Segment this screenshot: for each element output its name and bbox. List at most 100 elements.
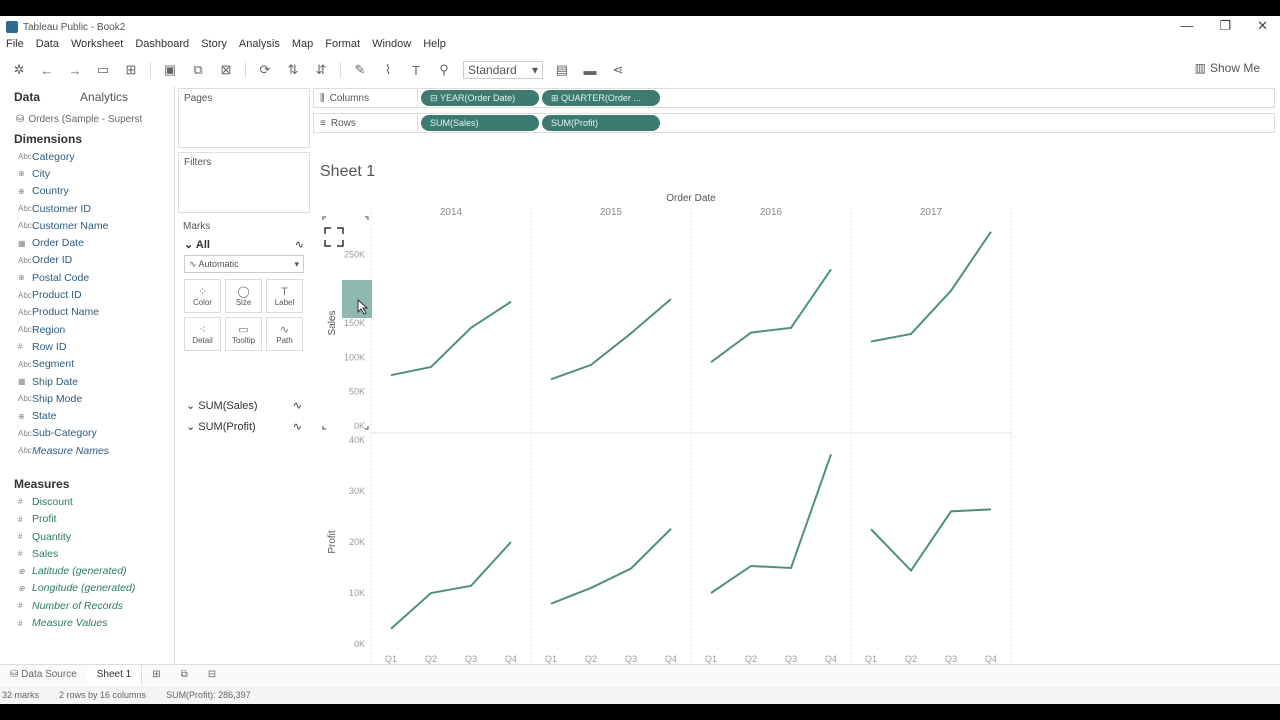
path-button[interactable]: ∿ Path (266, 317, 303, 351)
field-customer-name[interactable]: Abc Customer Name (0, 217, 174, 234)
pill-sum-profit[interactable]: SUM(Profit) (542, 115, 660, 131)
field-state[interactable]: ⊕ State (0, 407, 174, 424)
menu-story[interactable]: Story (201, 38, 227, 54)
menu-worksheet[interactable]: Worksheet (71, 38, 123, 54)
year-header-2016: 2016 (760, 207, 783, 218)
field-segment[interactable]: Abc Segment (0, 356, 174, 373)
line-mark-icon: ∿ (292, 421, 302, 433)
field-type-icon: Abc (18, 325, 32, 335)
field-label: Longitude (generated) (32, 582, 136, 595)
axis-drag-highlight (342, 280, 372, 318)
field-longitude-generated-[interactable]: ⊕ Longitude (generated) (0, 580, 174, 597)
color-button[interactable]: ⁘ Color (184, 279, 221, 313)
minimize-button[interactable]: — (1180, 18, 1193, 34)
field-product-name[interactable]: Abc Product Name (0, 304, 174, 321)
field-customer-id[interactable]: Abc Customer ID (0, 200, 174, 217)
datasource-row[interactable]: ⛁ Orders (Sample - Superst (0, 108, 174, 130)
tab-sheet-1[interactable]: Sheet 1 (86, 665, 143, 684)
field-type-icon: Abc (18, 255, 32, 265)
menu-file[interactable]: File (6, 38, 24, 54)
new-dashboard-tab-icon[interactable]: ⧉ (171, 669, 198, 680)
field-ship-mode[interactable]: Abc Ship Mode (0, 390, 174, 407)
share-icon[interactable]: ⋖ (609, 62, 627, 78)
menu-window[interactable]: Window (372, 38, 411, 54)
cards-column: Pages Filters Marks ⌄ All ∿ ∿ Automatic … (178, 88, 310, 437)
field-region[interactable]: Abc Region (0, 321, 174, 338)
tooltip-button[interactable]: ▭ Tooltip (225, 317, 262, 351)
field-profit[interactable]: # Profit (0, 511, 174, 528)
field-latitude-generated-[interactable]: ⊕ Latitude (generated) (0, 563, 174, 580)
clear-sheet-icon[interactable]: ⊠ (217, 62, 235, 78)
menu-dashboard[interactable]: Dashboard (135, 38, 189, 54)
show-cards-icon[interactable]: ▤ (553, 62, 571, 78)
field-order-date[interactable]: ▦ Order Date (0, 234, 174, 251)
pill-year-order-date[interactable]: ⊟ YEAR(Order Date) (421, 90, 539, 106)
mark-type-dropdown[interactable]: ∿ Automatic ▾ (184, 255, 304, 273)
pill-quarter-order-date[interactable]: ⊞ QUARTER(Order ... (542, 90, 660, 106)
field-discount[interactable]: # Discount (0, 493, 174, 510)
fit-select[interactable]: Standard ▾ (463, 61, 543, 79)
tab-analytics[interactable]: Analytics (80, 90, 128, 104)
tab-data-source[interactable]: ⛁ Data Source (0, 669, 87, 680)
field-product-id[interactable]: Abc Product ID (0, 286, 174, 303)
marks-title: Marks (183, 221, 211, 232)
maximize-button[interactable]: ❐ (1219, 18, 1231, 34)
group-icon[interactable]: ⌇ (379, 62, 397, 78)
field-country[interactable]: ⊕ Country (0, 183, 174, 200)
field-measure-values[interactable]: # Measure Values (0, 614, 174, 631)
menu-analysis[interactable]: Analysis (239, 38, 280, 54)
pages-card[interactable]: Pages (178, 88, 310, 148)
field-city[interactable]: ⊕ City (0, 165, 174, 182)
swap-icon[interactable]: ⟳ (256, 62, 274, 78)
field-type-icon: # (18, 497, 23, 507)
menu-help[interactable]: Help (423, 38, 446, 54)
highlight-icon[interactable]: ✎ (351, 62, 369, 78)
sort-descending-icon[interactable]: ⇵ (312, 62, 330, 78)
menu-map[interactable]: Map (292, 38, 313, 54)
field-sales[interactable]: # Sales (0, 545, 174, 562)
field-row-id[interactable]: # Row ID (0, 338, 174, 355)
marks-sum-profit-row[interactable]: ⌄ SUM(Profit) ∿ (178, 416, 310, 437)
measures-header: Measures (0, 475, 174, 493)
field-number-of-records[interactable]: # Number of Records (0, 597, 174, 614)
show-me-label: Show Me (1209, 61, 1260, 75)
field-ship-date[interactable]: ▦ Ship Date (0, 373, 174, 390)
close-button[interactable]: ✕ (1257, 18, 1268, 34)
field-category[interactable]: Abc Category (0, 148, 174, 165)
sort-ascending-icon[interactable]: ⇅ (284, 62, 302, 78)
label-button[interactable]: T Label (266, 279, 303, 313)
detail-button[interactable]: ⁖ Detail (184, 317, 221, 351)
field-type-icon: Abc (18, 428, 32, 438)
pin-icon[interactable]: ⚲ (435, 62, 453, 78)
field-order-id[interactable]: Abc Order ID (0, 252, 174, 269)
tableau-home-icon[interactable]: ✲ (10, 62, 28, 78)
field-postal-code[interactable]: ⊕ Postal Code (0, 269, 174, 286)
tab-data[interactable]: Data (14, 90, 40, 104)
marks-sum-sales-row[interactable]: ⌄ SUM(Sales) ∿ (178, 395, 310, 416)
new-story-tab-icon[interactable]: ⊟ (198, 669, 226, 680)
new-worksheet-icon[interactable]: ▣ (161, 62, 179, 78)
marks-sum-profit-label: SUM(Profit) (198, 421, 256, 433)
show-me-button[interactable]: ▥ Show Me (1195, 61, 1260, 75)
quarter-tick-label: Q4 (825, 654, 837, 664)
pill-sum-sales[interactable]: SUM(Sales) (421, 115, 539, 131)
duplicate-sheet-icon[interactable]: ⧉ (189, 62, 207, 78)
title-bar: Tableau Public - Book2 — ❐ ✕ (0, 16, 1280, 38)
save-icon[interactable]: ▭ (94, 62, 112, 78)
undo-icon[interactable]: ← (38, 63, 56, 78)
dimensions-list: Abc Category ⊕ City ⊕ Country Abc Customer ID Ab… (0, 148, 174, 459)
field-quantity[interactable]: # Quantity (0, 528, 174, 545)
filters-card[interactable]: Filters (178, 152, 310, 213)
marks-all-row[interactable]: ⌄ All ∿ (178, 236, 310, 253)
new-datasource-icon[interactable]: ⊞ (122, 62, 140, 78)
field-measure-names[interactable]: Abc Measure Names (0, 442, 174, 459)
field-sub-category[interactable]: Abc Sub-Category (0, 425, 174, 442)
presentation-mode-icon[interactable]: ▬ (581, 63, 599, 78)
y-tick-label: 10K (349, 588, 365, 598)
size-button[interactable]: ◯ Size (225, 279, 262, 313)
redo-icon[interactable]: → (66, 63, 84, 78)
menu-data[interactable]: Data (36, 38, 59, 54)
new-worksheet-tab-icon[interactable]: ⊞ (142, 669, 170, 680)
labels-icon[interactable]: T (407, 63, 425, 78)
menu-format[interactable]: Format (325, 38, 360, 54)
